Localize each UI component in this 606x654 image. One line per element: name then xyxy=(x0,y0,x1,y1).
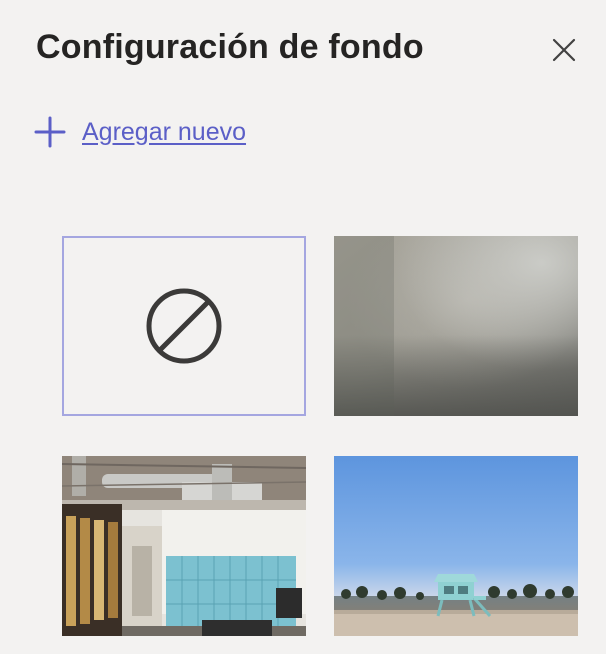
background-option-office[interactable] xyxy=(62,456,306,636)
plus-icon xyxy=(34,116,66,148)
add-new-button[interactable]: Agregar nuevo xyxy=(34,112,246,152)
close-button[interactable] xyxy=(548,34,580,66)
background-option-none[interactable] xyxy=(62,236,306,416)
background-option-blur[interactable] xyxy=(334,236,578,416)
background-settings-panel: Configuración de fondo Agregar nuevo xyxy=(0,0,606,654)
panel-title: Configuración de fondo xyxy=(36,28,424,66)
beach-thumbnail xyxy=(334,456,578,636)
background-option-beach[interactable] xyxy=(334,456,578,636)
close-icon xyxy=(552,38,576,62)
add-new-link[interactable]: Agregar nuevo xyxy=(82,118,246,147)
blur-thumbnail xyxy=(334,236,578,416)
no-background-icon xyxy=(146,288,222,364)
office-thumbnail xyxy=(62,456,306,636)
